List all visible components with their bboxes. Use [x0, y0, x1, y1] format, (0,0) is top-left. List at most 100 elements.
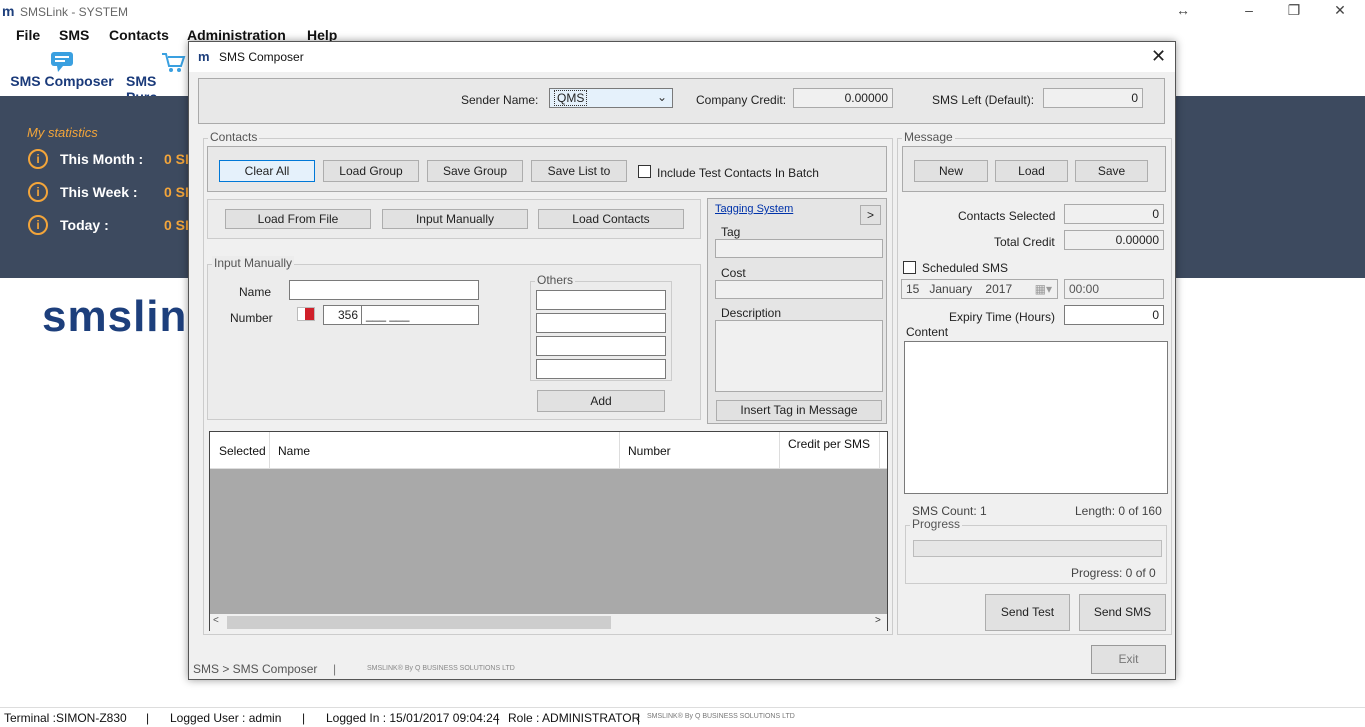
cart-icon — [162, 53, 186, 72]
progress-bar — [913, 540, 1162, 557]
chat-bubble-icon — [51, 52, 73, 72]
grid-horizontal-scrollbar[interactable]: < > — [210, 614, 887, 631]
contacts-group-label: Contacts — [208, 130, 260, 144]
sms-count: SMS Count: 1 — [912, 504, 987, 518]
menu-sms[interactable]: SMS — [59, 27, 89, 43]
sms-composer-dialog: m SMS Composer ✕ Sender Name: QMS ⌄ Comp… — [188, 41, 1176, 680]
company-credit-field: 0.00000 — [793, 88, 893, 108]
sender-name-label: Sender Name: — [461, 93, 539, 107]
tag-label: Tag — [721, 225, 741, 239]
column-name[interactable]: Name — [270, 432, 620, 469]
column-selected[interactable]: Selected — [210, 432, 270, 469]
others-input-2[interactable] — [536, 313, 666, 333]
others-input-4[interactable] — [536, 359, 666, 379]
total-credit-label: Total Credit — [994, 235, 1055, 249]
sms-left-field: 0 — [1043, 88, 1143, 108]
others-input-3[interactable] — [536, 336, 666, 356]
add-button[interactable]: Add — [537, 390, 665, 412]
others-input-1[interactable] — [536, 290, 666, 310]
grid-header: Selected Name Number Credit per SMS — [210, 432, 887, 469]
tagging-panel: Tagging System > Tag Cost Description In… — [707, 198, 887, 424]
number-label: Number — [230, 311, 273, 325]
clear-all-button[interactable]: Clear All — [219, 160, 315, 182]
progress-text: Progress: 0 of 0 — [1071, 566, 1156, 580]
stat-value: 0 SI — [164, 217, 189, 233]
tagging-expand-button[interactable]: > — [860, 205, 881, 225]
include-test-checkbox[interactable] — [638, 165, 651, 178]
info-icon: i — [28, 215, 48, 235]
contacts-grid[interactable]: Selected Name Number Credit per SMS < > — [209, 431, 888, 631]
logged-user: Logged User : admin — [170, 711, 282, 725]
input-manually-button[interactable]: Input Manually — [382, 209, 528, 229]
smslink-logo: smslin — [42, 292, 188, 341]
scroll-right-icon[interactable]: > — [875, 615, 881, 626]
sender-name-select[interactable]: QMS ⌄ — [549, 88, 673, 108]
schedule-date-picker: 15 January 2017 ▦▾ — [901, 279, 1058, 299]
message-toolbar: New Load Save — [902, 146, 1166, 192]
dialog-status-separator: | — [333, 662, 337, 676]
dialog-titlebar: m SMS Composer ✕ — [189, 42, 1175, 72]
close-button[interactable]: ✕ — [1325, 2, 1355, 22]
sms-purchase-button[interactable]: SMS Purc — [124, 50, 188, 96]
schedule-time-field: 00:00 — [1064, 279, 1164, 299]
restore-button[interactable]: ❐ — [1279, 2, 1309, 22]
column-credit-per-sms[interactable]: Credit per SMS — [780, 432, 880, 469]
new-message-button[interactable]: New — [914, 160, 988, 182]
date-month: January — [929, 282, 973, 296]
expiry-time-input[interactable]: 0 — [1064, 305, 1164, 325]
app-titlebar: m SMSLink - SYSTEM ↔ – ❐ ✕ — [0, 0, 1365, 24]
name-input[interactable] — [289, 280, 479, 300]
insert-tag-button[interactable]: Insert Tag in Message — [716, 400, 882, 421]
load-group-button[interactable]: Load Group — [323, 160, 419, 182]
number-input[interactable]: ___ ___ — [361, 305, 479, 325]
info-icon: i — [28, 149, 48, 169]
description-field — [715, 320, 883, 392]
save-list-button[interactable]: Save List to — [531, 160, 627, 182]
malta-flag-icon[interactable] — [297, 307, 315, 321]
load-contacts-button[interactable]: Load Contacts — [538, 209, 684, 229]
scheduled-sms-label: Scheduled SMS — [922, 261, 1009, 275]
save-group-button[interactable]: Save Group — [427, 160, 523, 182]
dialog-breadcrumb: SMS > SMS Composer — [193, 662, 318, 676]
sms-composer-label: SMS Composer — [10, 73, 114, 89]
calendar-icon: ▦▾ — [1034, 282, 1052, 296]
contacts-toolbar: Clear All Load Group Save Group Save Lis… — [207, 146, 887, 192]
cost-label: Cost — [721, 266, 746, 280]
dialog-close-button[interactable]: ✕ — [1151, 46, 1166, 67]
resize-icon[interactable]: ↔ — [1168, 2, 1198, 22]
sms-composer-button[interactable]: SMS Composer — [8, 50, 116, 96]
expiry-time-label: Expiry Time (Hours) — [949, 310, 1056, 324]
load-from-file-button[interactable]: Load From File — [225, 209, 371, 229]
scroll-left-icon[interactable]: < — [213, 615, 219, 626]
tag-field — [715, 239, 883, 258]
date-year: 2017 — [985, 282, 1013, 296]
message-group-label: Message — [902, 130, 955, 144]
name-label: Name — [239, 285, 272, 299]
column-number[interactable]: Number — [620, 432, 780, 469]
save-message-button[interactable]: Save — [1075, 160, 1148, 182]
scrollbar-thumb[interactable] — [227, 616, 611, 629]
country-code-input[interactable]: 356 — [323, 305, 363, 325]
app-logo-icon: m — [2, 3, 15, 19]
exit-button[interactable]: Exit — [1091, 645, 1166, 674]
contacts-selected-field: 0 — [1064, 204, 1164, 224]
message-content-input[interactable] — [904, 341, 1168, 494]
send-sms-button[interactable]: Send SMS — [1079, 594, 1166, 631]
terminal-info: Terminal :SIMON-Z830 — [4, 711, 127, 725]
sms-left-label: SMS Left (Default): — [932, 93, 1035, 107]
sender-name-value: QMS — [554, 90, 588, 106]
minimize-button[interactable]: – — [1234, 2, 1264, 22]
menu-contacts[interactable]: Contacts — [109, 27, 169, 43]
scheduled-sms-checkbox[interactable] — [903, 261, 916, 274]
load-message-button[interactable]: Load — [995, 160, 1068, 182]
send-test-button[interactable]: Send Test — [985, 594, 1070, 631]
progress-group: Progress Progress: 0 of 0 — [905, 517, 1167, 584]
others-label: Others — [535, 273, 576, 287]
menu-file[interactable]: File — [16, 27, 40, 43]
date-day: 15 — [906, 282, 920, 296]
sms-purchase-label: SMS Purc — [126, 73, 157, 96]
others-group: Others — [530, 273, 672, 381]
tagging-system-link[interactable]: Tagging System — [715, 203, 793, 215]
progress-label: Progress — [910, 517, 963, 531]
app-title: SMSLink - SYSTEM — [20, 5, 129, 19]
